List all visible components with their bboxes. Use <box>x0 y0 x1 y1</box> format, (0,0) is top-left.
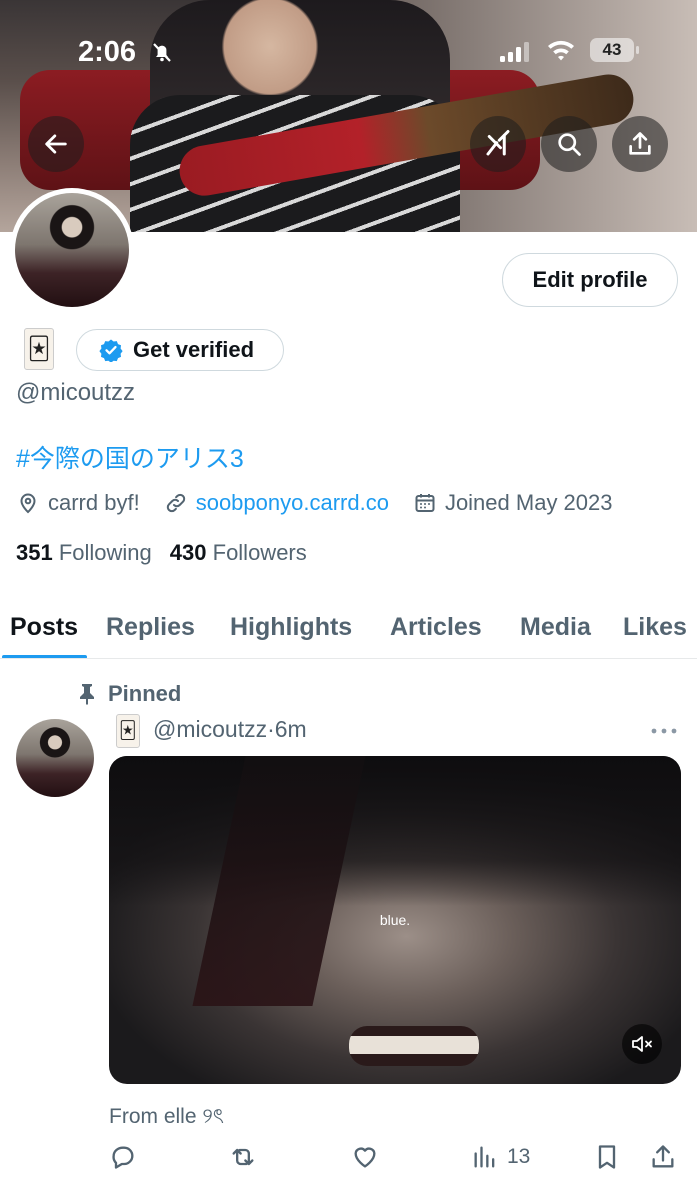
joined-item: Joined May 2023 <box>413 490 613 516</box>
tab-articles[interactable]: Articles <box>390 596 482 658</box>
grok-button[interactable] <box>470 116 526 172</box>
repost-button[interactable] <box>229 1140 257 1174</box>
post-time: 6m <box>274 716 307 742</box>
tab-highlights[interactable]: Highlights <box>230 596 352 658</box>
profile-handle: @micoutzz <box>16 379 136 406</box>
followers-count: 430 <box>169 540 207 565</box>
tab-media[interactable]: Media <box>520 596 591 658</box>
like-button[interactable] <box>351 1140 379 1174</box>
bookmark-button[interactable] <box>593 1140 621 1174</box>
get-verified-label: Get verified <box>133 337 255 362</box>
verified-badge-icon <box>99 339 123 362</box>
share-button[interactable] <box>612 116 668 172</box>
joined-text: Joined May 2023 <box>444 490 613 515</box>
get-verified-button[interactable]: Get verified <box>76 329 284 371</box>
status-time: 2:06 <box>78 36 137 68</box>
repost-icon <box>232 1148 254 1166</box>
battery-indicator: 43 <box>590 38 634 62</box>
heart-icon <box>354 1147 376 1168</box>
more-options-icon[interactable] <box>650 726 678 736</box>
follow-stats: 351 Following 430 Followers <box>16 540 307 566</box>
arrow-left-icon <box>45 134 67 154</box>
profile-tabs: Posts Replies Highlights Articles Media … <box>0 596 697 658</box>
cellular-signal-icon <box>500 42 529 62</box>
share-icon <box>652 1145 674 1168</box>
avatar-image <box>15 193 129 307</box>
profile-avatar[interactable] <box>10 188 134 312</box>
following-count: 351 <box>16 540 53 565</box>
bookmark-icon <box>598 1145 616 1169</box>
tabs-divider <box>0 658 697 659</box>
link-icon <box>166 493 185 513</box>
video-frame-hair <box>109 756 681 906</box>
edit-profile-button[interactable]: Edit profile <box>502 253 678 307</box>
mute-toggle-button[interactable] <box>622 1024 662 1064</box>
post-actions: 13 <box>109 1140 681 1174</box>
following-link[interactable]: 351 Following <box>16 540 152 566</box>
post-video[interactable]: blue. <box>109 756 681 1084</box>
website-item[interactable]: soobponyo.carrd.co <box>164 490 389 516</box>
post-author-meta[interactable]: @micoutzz·6m <box>153 716 307 743</box>
website-link[interactable]: soobponyo.carrd.co <box>196 490 389 516</box>
reply-icon <box>112 1146 134 1169</box>
pinned-label: Pinned <box>108 681 182 706</box>
share-icon <box>629 132 651 155</box>
video-frame-mouth <box>349 1026 479 1066</box>
reply-button[interactable] <box>109 1140 137 1174</box>
share-post-button[interactable] <box>649 1140 677 1174</box>
grok-icon <box>486 130 510 156</box>
post-handle: @micoutzz <box>153 716 268 742</box>
back-button[interactable] <box>28 116 84 172</box>
joker-card-emoji: 🃏 <box>24 328 54 370</box>
tab-replies[interactable]: Replies <box>106 596 195 658</box>
location-item: carrd byf! <box>16 490 140 516</box>
pin-icon <box>80 684 94 705</box>
wifi-icon <box>548 40 574 61</box>
tab-posts[interactable]: Posts <box>10 596 78 658</box>
video-caption: blue. <box>379 912 411 928</box>
calendar-icon <box>415 494 435 512</box>
tab-likes[interactable]: Likes <box>623 596 687 658</box>
post-separator: · <box>267 716 275 742</box>
search-icon <box>558 133 581 156</box>
location-text: carrd byf! <box>48 490 140 515</box>
search-button[interactable] <box>541 116 597 172</box>
post-text: From elle ୨ৎ <box>109 1105 225 1128</box>
analytics-icon <box>474 1146 495 1168</box>
post-author-avatar[interactable] <box>16 719 94 797</box>
profile-bio-hashtag[interactable]: #今際の国のアリス3 <box>16 439 244 475</box>
followers-link[interactable]: 430 Followers <box>170 540 307 566</box>
bell-slash-icon <box>153 43 171 62</box>
location-pin-icon <box>20 493 36 514</box>
joker-card-emoji: 🃏 <box>116 714 140 748</box>
views-count: 13 <box>507 1145 531 1168</box>
following-label: Following <box>58 540 152 565</box>
speaker-muted-icon <box>632 1036 652 1052</box>
battery-nub <box>636 46 639 54</box>
views-button[interactable]: 13 <box>471 1140 530 1174</box>
followers-label: Followers <box>212 540 307 565</box>
profile-meta: carrd byf! soobponyo.carrd.co Joined May… <box>16 488 637 518</box>
